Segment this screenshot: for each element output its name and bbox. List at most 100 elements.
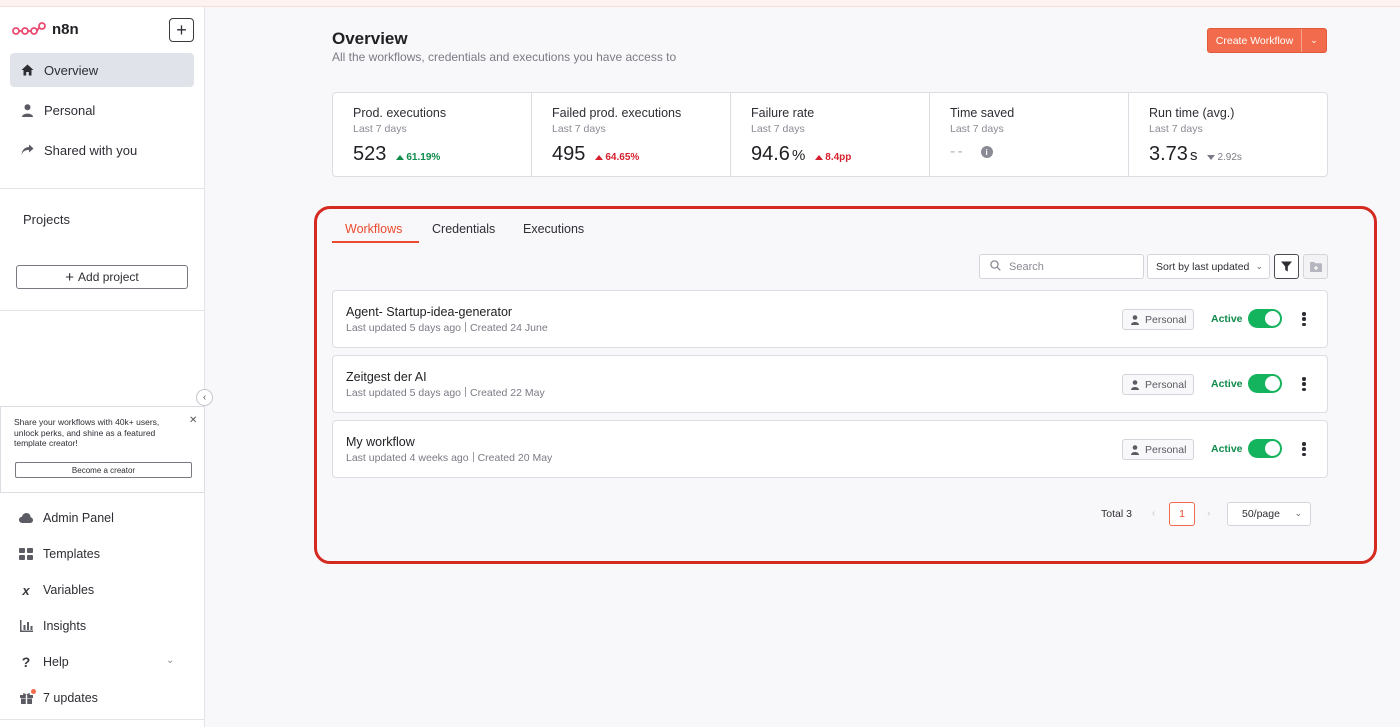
plus-icon: +: [65, 268, 75, 286]
workflow-meta: Last updated 5 days ago Created 22 May: [346, 387, 545, 399]
collapse-sidebar-button[interactable]: ‹: [196, 389, 213, 406]
sidebar-item-variables[interactable]: x Variables: [19, 580, 94, 600]
more-options-icon[interactable]: [1300, 375, 1308, 393]
logo[interactable]: n8n: [12, 21, 79, 38]
sidebar-item-label: Admin Panel: [43, 511, 114, 525]
trend-up-icon: [595, 155, 604, 160]
workflow-name[interactable]: Agent- Startup-idea-generator: [346, 305, 512, 319]
chevron-down-icon: ⌄: [1255, 261, 1263, 271]
sidebar-item-help[interactable]: ? Help: [19, 652, 69, 672]
workflow-updated: Last updated 5 days ago: [346, 322, 462, 334]
stat-value: 523: [353, 143, 387, 165]
toggle-knob: [1265, 311, 1280, 326]
chevron-left-icon[interactable]: ‹: [1152, 508, 1155, 519]
stat-period: Last 7 days: [1149, 123, 1203, 135]
stat-delta: 61.19%: [396, 152, 440, 163]
create-workflow-label[interactable]: Create Workflow: [1208, 29, 1302, 52]
stat-value: 3.73: [1149, 143, 1188, 165]
projects-heading: Projects: [23, 212, 70, 227]
sidebar-item-insights[interactable]: Insights: [19, 616, 86, 636]
page-number-button[interactable]: 1: [1169, 502, 1195, 526]
owner-label: Personal: [1145, 378, 1187, 391]
active-toggle[interactable]: [1248, 374, 1282, 393]
cloud-icon: [19, 511, 33, 525]
chevron-down-icon: ⌄: [1294, 508, 1302, 518]
sidebar-item-updates[interactable]: 7 updates: [19, 688, 98, 708]
stat-run-time[interactable]: Run time (avg.) Last 7 days 3.73 s 2.92s: [1129, 93, 1327, 176]
workflow-meta: Last updated 4 weeks ago Created 20 May: [346, 452, 552, 464]
search-input[interactable]: [1009, 260, 1129, 273]
tab-workflows[interactable]: Workflows: [345, 222, 402, 236]
workflow-card[interactable]: Agent- Startup-idea-generator Last updat…: [332, 290, 1328, 348]
workflow-name[interactable]: My workflow: [346, 435, 415, 449]
workflow-updated: Last updated 4 weeks ago: [346, 452, 469, 464]
stat-label: Failed prod. executions: [552, 106, 682, 120]
trend-down-icon: [1207, 155, 1216, 160]
trend-up-icon: [396, 155, 405, 160]
chevron-down-icon[interactable]: ⌄: [166, 655, 174, 666]
page-title: Overview: [332, 29, 408, 48]
tab-credentials[interactable]: Credentials: [432, 222, 495, 236]
trend-up-icon: [815, 155, 824, 160]
stat-failure-rate[interactable]: Failure rate Last 7 days 94.6 % 8.4pp: [731, 93, 930, 176]
sidebar-item-label: Help: [43, 655, 69, 669]
stat-prod-executions[interactable]: Prod. executions Last 7 days 523 61.19%: [333, 93, 532, 176]
workflow-created: Created 20 May: [477, 452, 553, 464]
stat-label: Failure rate: [751, 106, 815, 120]
sidebar-item-label: 7 updates: [43, 691, 98, 705]
filter-button[interactable]: [1274, 254, 1299, 279]
sidebar-item-overview[interactable]: Overview: [10, 53, 194, 87]
stat-period: Last 7 days: [751, 123, 805, 135]
close-icon[interactable]: ✕: [189, 415, 197, 426]
sidebar-item-admin-panel[interactable]: Admin Panel: [19, 508, 114, 528]
active-toggle[interactable]: [1248, 439, 1282, 458]
more-options-icon[interactable]: [1300, 310, 1308, 328]
become-creator-button[interactable]: Become a creator: [15, 462, 192, 478]
active-toggle[interactable]: [1248, 309, 1282, 328]
sort-label: Sort by last updated: [1156, 260, 1250, 273]
meta-separator: [465, 387, 467, 397]
meta-separator: [465, 322, 467, 332]
sort-select[interactable]: Sort by last updated ⌄: [1147, 254, 1270, 279]
stat-failed-executions[interactable]: Failed prod. executions Last 7 days 495 …: [532, 93, 731, 176]
workflow-card[interactable]: Zeitgest der AI Last updated 5 days ago C…: [332, 355, 1328, 413]
sidebar-item-label: Overview: [44, 62, 99, 78]
owner-label: Personal: [1145, 313, 1187, 326]
promo-text: Share your workflows with 40k+ users, un…: [14, 417, 160, 448]
owner-badge[interactable]: Personal: [1122, 374, 1194, 395]
content-tabs: Workflows Credentials Executions: [332, 214, 1328, 244]
stat-delta: 2.92s: [1207, 152, 1242, 163]
search-field[interactable]: [979, 254, 1144, 279]
page-size-select[interactable]: 50/page ⌄: [1227, 502, 1311, 526]
insights-summary: Prod. executions Last 7 days 523 61.19% …: [332, 92, 1328, 177]
n8n-logo-icon: [12, 21, 46, 35]
add-project-label: Add project: [78, 270, 139, 284]
user-icon: [1131, 314, 1139, 325]
info-icon[interactable]: i: [980, 146, 993, 158]
more-options-icon[interactable]: [1300, 440, 1308, 458]
add-project-button[interactable]: + Add project: [16, 265, 188, 289]
stat-value: 94.6: [751, 143, 790, 165]
sidebar-item-personal[interactable]: Personal: [10, 93, 194, 127]
create-workflow-button[interactable]: Create Workflow ⌄: [1207, 28, 1327, 53]
notification-dot: [31, 689, 36, 694]
stat-label: Run time (avg.): [1149, 106, 1235, 120]
share-icon: [20, 143, 34, 157]
create-new-button[interactable]: +: [169, 18, 194, 42]
tab-executions[interactable]: Executions: [523, 222, 584, 236]
new-folder-button[interactable]: [1303, 254, 1328, 279]
chevron-down-icon[interactable]: ⌄: [1302, 29, 1326, 52]
stat-value: 495: [552, 143, 586, 165]
stat-label: Prod. executions: [353, 106, 447, 120]
stat-time-saved[interactable]: Time saved Last 7 days -- i: [930, 93, 1129, 176]
workflow-name[interactable]: Zeitgest der AI: [346, 370, 427, 384]
active-status-label: Active: [1211, 443, 1243, 455]
owner-badge[interactable]: Personal: [1122, 439, 1194, 460]
owner-badge[interactable]: Personal: [1122, 309, 1194, 330]
chevron-right-icon[interactable]: ›: [1207, 508, 1210, 519]
divider: [0, 188, 205, 189]
workflow-card[interactable]: My workflow Last updated 4 weeks ago Crea…: [332, 420, 1328, 478]
sidebar-item-shared[interactable]: Shared with you: [10, 133, 194, 167]
owner-label: Personal: [1145, 443, 1187, 456]
sidebar-item-templates[interactable]: Templates: [19, 544, 100, 564]
